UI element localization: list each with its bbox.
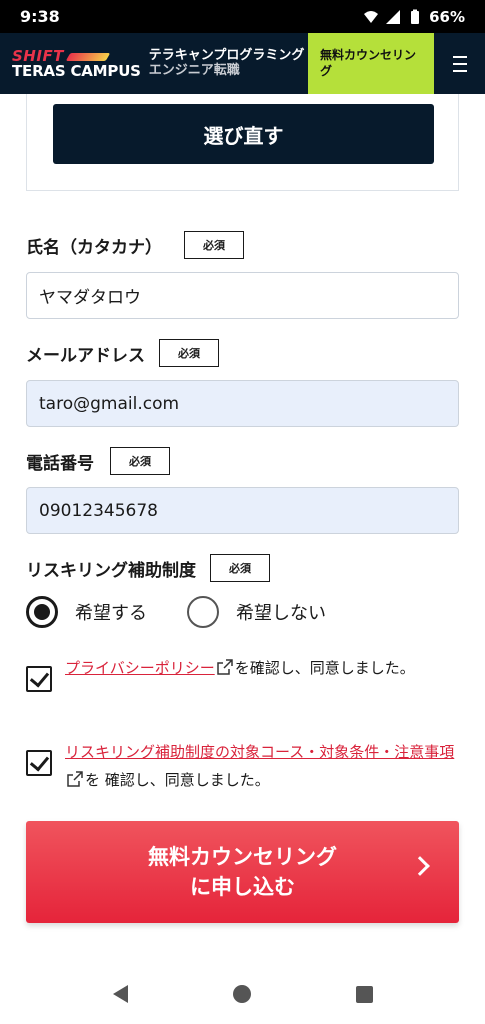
terms-consent-text: リスキリング補助制度の対象コース・対象条件・注意事項を 確認し、同意しました。 <box>65 738 466 794</box>
reskilling-terms-link[interactable]: リスキリング補助制度の対象コース・対象条件・注意事項 <box>65 743 454 761</box>
email-label-row: メールアドレス 必須 <box>26 339 219 367</box>
brand-tagline-1: テラキャンプログラミング <box>148 48 305 64</box>
privacy-consent-checkbox[interactable] <box>26 666 52 692</box>
site-header: SHIFT TERAS CAMPUS テラキャンプログラミング エンジニア転職 … <box>0 33 485 94</box>
signal-icon <box>386 9 401 24</box>
brand-logo: SHIFT TERAS CAMPUS <box>12 48 141 79</box>
email-label: メールアドレス <box>26 345 145 366</box>
status-bar: 9:38 66% <box>0 0 485 33</box>
wifi-icon <box>364 10 379 23</box>
name-kana-input[interactable]: ヤマダタロウ <box>26 272 459 319</box>
external-link-icon <box>216 659 233 675</box>
apply-counseling-button[interactable]: 無料カウンセリング に申し込む <box>26 821 459 923</box>
privacy-consent: プライバシーポリシー を確認し、同意しました。 <box>26 654 466 692</box>
name-label: 氏名（カタカナ） <box>26 237 162 258</box>
free-counseling-header-button[interactable]: 無料カウンセリング <box>308 33 434 94</box>
required-badge: 必須 <box>210 554 270 582</box>
terms-consent-checkbox[interactable] <box>26 750 52 776</box>
brand-accent-stripe <box>65 52 111 61</box>
required-badge: 必須 <box>184 231 244 259</box>
reskilling-radio-group: 希望する 希望しない <box>26 596 366 628</box>
reskilling-label-row: リスキリング補助制度 必須 <box>26 554 270 582</box>
brand-teras-text: TERAS CAMPUS <box>12 62 141 80</box>
reselect-button[interactable]: 選び直す <box>53 104 434 164</box>
reskilling-label: リスキリング補助制度 <box>26 560 196 581</box>
phone-label-row: 電話番号 必須 <box>26 447 170 475</box>
required-badge: 必須 <box>159 339 219 367</box>
chevron-right-icon <box>410 856 430 876</box>
radio-no-wish-label[interactable]: 希望しない <box>236 599 326 625</box>
brand-tagline: テラキャンプログラミング エンジニア転職 <box>148 48 305 78</box>
recent-apps-icon[interactable] <box>355 985 373 1003</box>
privacy-consent-text: プライバシーポリシー を確認し、同意しました。 <box>65 654 415 682</box>
hamburger-icon[interactable] <box>434 33 485 94</box>
privacy-consent-suffix: を確認し、同意しました。 <box>234 659 415 677</box>
selection-card: 選び直す <box>26 94 459 191</box>
submit-label-line1: 無料カウンセリング <box>148 844 337 869</box>
back-icon[interactable] <box>112 985 128 1003</box>
email-input[interactable]: taro@gmail.com <box>26 380 459 427</box>
radio-wish-label[interactable]: 希望する <box>75 599 147 625</box>
radio-wish[interactable] <box>26 596 58 628</box>
phone-label: 電話番号 <box>26 453 94 474</box>
phone-input[interactable]: 09012345678 <box>26 487 459 534</box>
battery-icon <box>411 9 420 24</box>
name-label-row: 氏名（カタカナ） 必須 <box>26 231 244 259</box>
system-nav-bar <box>0 964 485 1024</box>
required-badge: 必須 <box>110 447 170 475</box>
brand-logo-link[interactable]: SHIFT TERAS CAMPUS テラキャンプログラミング エンジニア転職 <box>0 33 308 94</box>
home-icon[interactable] <box>232 985 251 1003</box>
radio-no-wish[interactable] <box>187 596 219 628</box>
battery-level: 66% <box>429 7 465 26</box>
submit-label-line2: に申し込む <box>190 875 295 899</box>
status-icons: 66% <box>363 8 465 26</box>
privacy-policy-link[interactable]: プライバシーポリシー <box>65 659 215 677</box>
terms-consent: リスキリング補助制度の対象コース・対象条件・注意事項を 確認し、同意しました。 <box>26 738 466 794</box>
external-link-icon <box>67 771 83 787</box>
brand-tagline-2: エンジニア転職 <box>148 62 240 78</box>
terms-consent-suffix: を 確認し、同意しました。 <box>85 771 270 789</box>
status-time: 9:38 <box>20 7 60 26</box>
